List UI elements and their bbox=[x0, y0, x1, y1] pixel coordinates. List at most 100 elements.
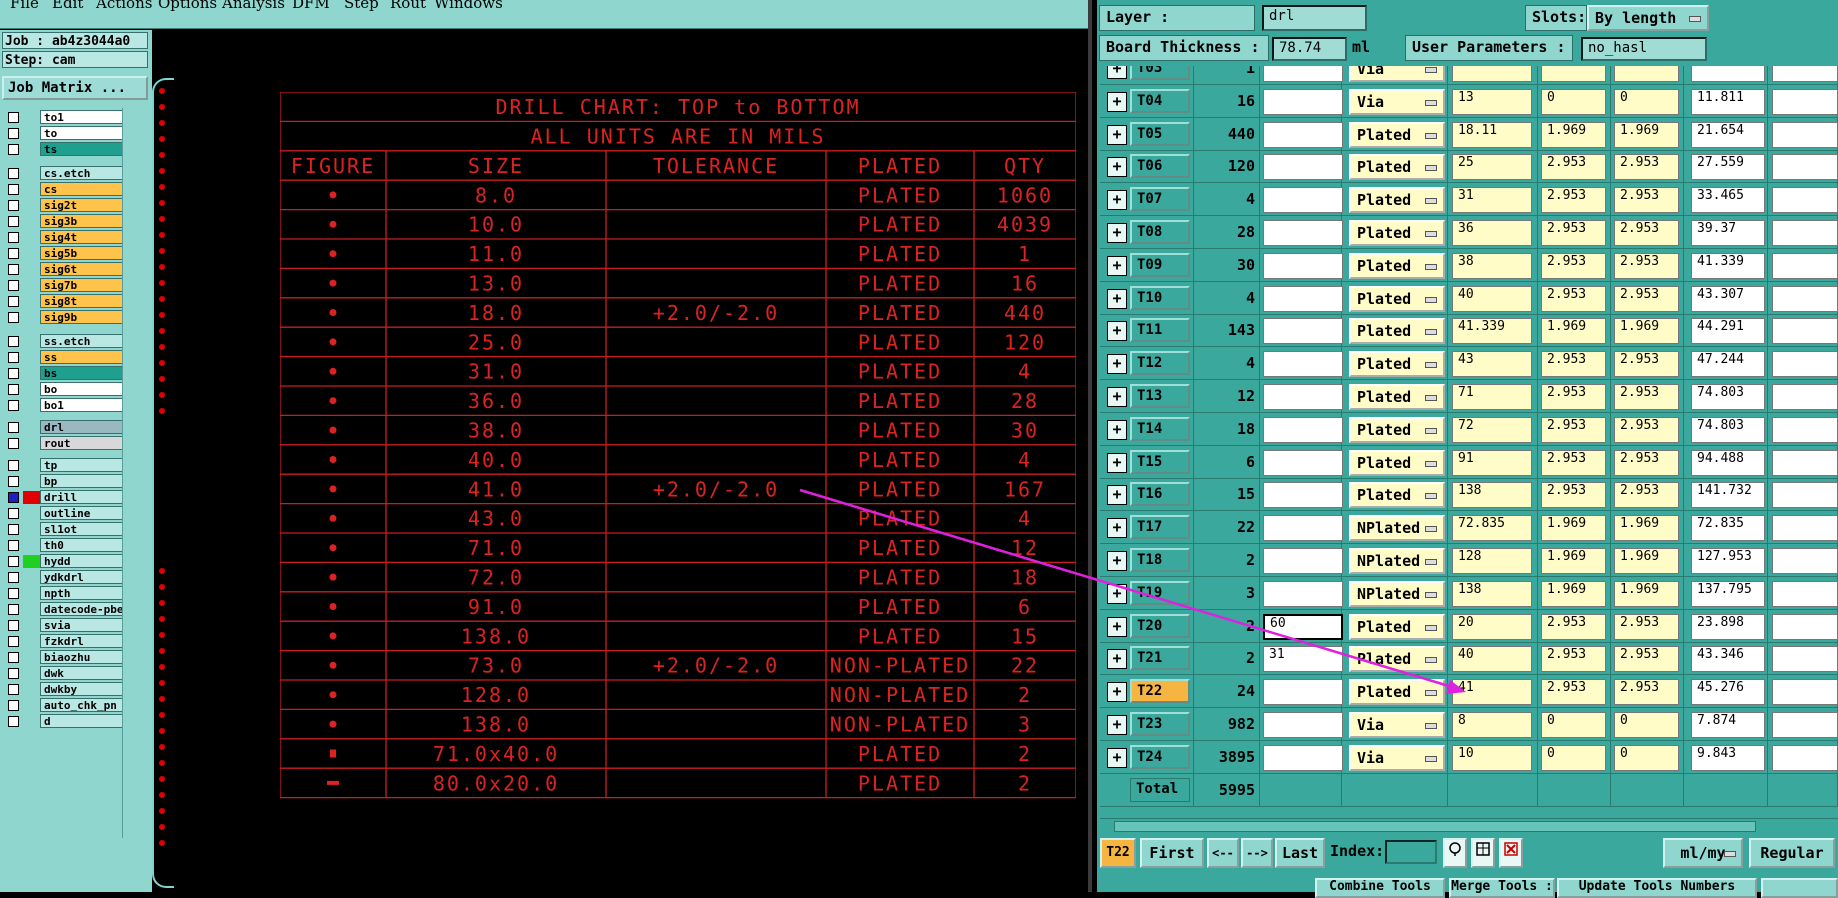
extra-input[interactable] bbox=[1772, 384, 1838, 410]
tolerance-minus-input[interactable]: 1.969 bbox=[1614, 121, 1679, 148]
finish-size-input[interactable]: 7.874 bbox=[1691, 712, 1765, 738]
tolerance-plus-input[interactable]: 2.953 bbox=[1541, 154, 1606, 181]
layer-row-ss.etch[interactable]: ss.etch bbox=[6, 334, 126, 349]
layer-checkbox[interactable] bbox=[8, 604, 19, 615]
tool-size-input[interactable] bbox=[1263, 285, 1343, 312]
tolerance-plus-input[interactable]: 2.953 bbox=[1541, 220, 1606, 246]
scrollbar-thumb[interactable] bbox=[1114, 821, 1756, 832]
tool-size-input[interactable] bbox=[1263, 580, 1343, 607]
tool-type-dropdown[interactable]: Via bbox=[1349, 712, 1445, 738]
menu-dfm[interactable]: DFM bbox=[292, 0, 330, 12]
layer-checkbox[interactable] bbox=[8, 460, 19, 471]
tolerance-minus-input[interactable]: 2.953 bbox=[1614, 220, 1679, 246]
tool-type-dropdown[interactable]: Via bbox=[1349, 88, 1445, 115]
drill-size-input[interactable]: 38 bbox=[1452, 252, 1532, 279]
extra-input[interactable] bbox=[1772, 220, 1838, 246]
layer-checkbox[interactable] bbox=[8, 652, 19, 663]
tool-size-input[interactable] bbox=[1263, 515, 1343, 542]
tool-button-t09[interactable]: T09 bbox=[1130, 252, 1190, 277]
first-button[interactable]: First bbox=[1140, 838, 1204, 868]
layer-checkbox[interactable] bbox=[8, 684, 19, 695]
tool-type-dropdown[interactable]: Plated bbox=[1349, 449, 1445, 476]
layer-row-bo1[interactable]: bo1 bbox=[6, 398, 126, 413]
layer-checkbox[interactable] bbox=[8, 112, 19, 123]
expand-row-button[interactable]: + bbox=[1107, 255, 1127, 276]
tolerance-plus-input[interactable]: 2.953 bbox=[1541, 482, 1606, 509]
tolerance-plus-input[interactable]: 0 bbox=[1541, 88, 1606, 115]
tool-button-t15[interactable]: T15 bbox=[1130, 449, 1190, 474]
finish-size-input[interactable]: 39.37 bbox=[1691, 220, 1765, 246]
tolerance-plus-input[interactable]: 2.953 bbox=[1541, 416, 1606, 443]
tool-size-input[interactable] bbox=[1263, 318, 1343, 345]
expand-row-button[interactable]: + bbox=[1107, 518, 1127, 539]
tolerance-plus-input[interactable]: 2.953 bbox=[1541, 679, 1606, 706]
extra-input[interactable] bbox=[1772, 613, 1838, 640]
menu-rout[interactable]: Rout bbox=[390, 0, 426, 12]
tool-size-input[interactable] bbox=[1263, 88, 1343, 115]
layer-row-hydd[interactable]: hydd bbox=[6, 554, 126, 569]
extra-input[interactable] bbox=[1772, 121, 1838, 148]
expand-row-button[interactable]: + bbox=[1107, 747, 1127, 768]
drill-size-input[interactable]: 43 bbox=[1452, 351, 1532, 378]
tool-size-input[interactable] bbox=[1263, 482, 1343, 509]
tool-button-t04[interactable]: T04 bbox=[1130, 88, 1190, 113]
extra-input[interactable] bbox=[1772, 187, 1838, 214]
tool-button-t24[interactable]: T24 bbox=[1130, 744, 1190, 769]
tolerance-minus-input[interactable]: 2.953 bbox=[1614, 449, 1679, 476]
layer-row-drill[interactable]: drill bbox=[6, 490, 126, 505]
finish-size-input[interactable]: 47.244 bbox=[1691, 351, 1765, 378]
finish-size-input[interactable]: 43.307 bbox=[1691, 285, 1765, 312]
tool-button-t06[interactable]: T06 bbox=[1130, 154, 1190, 179]
finish-size-input[interactable]: 11.811 bbox=[1691, 88, 1765, 115]
layer-row-npth[interactable]: npth bbox=[6, 586, 126, 601]
expand-row-button[interactable]: + bbox=[1107, 91, 1127, 112]
extra-input[interactable] bbox=[1772, 88, 1838, 115]
layer-row-d[interactable]: d bbox=[6, 714, 126, 729]
expand-row-button[interactable]: + bbox=[1107, 288, 1127, 309]
tolerance-minus-input[interactable]: 2.953 bbox=[1614, 351, 1679, 378]
tool-button-t13[interactable]: T13 bbox=[1130, 384, 1190, 408]
tolerance-minus-input[interactable]: 1.969 bbox=[1614, 515, 1679, 542]
extra-input[interactable] bbox=[1772, 449, 1838, 476]
finish-size-input[interactable]: 141.732 bbox=[1691, 482, 1765, 509]
layer-checkbox[interactable] bbox=[8, 438, 19, 449]
mode-button[interactable]: Regular bbox=[1749, 838, 1835, 868]
menu-actions[interactable]: Actions bbox=[96, 0, 152, 12]
extra-input[interactable] bbox=[1772, 548, 1838, 574]
layer-checkbox[interactable] bbox=[8, 492, 19, 503]
layer-checkbox[interactable] bbox=[8, 716, 19, 727]
layer-row-cs.etch[interactable]: cs.etch bbox=[6, 166, 126, 181]
tolerance-plus-input[interactable]: 2.953 bbox=[1541, 449, 1606, 476]
finish-size-input[interactable] bbox=[1691, 66, 1765, 82]
drill-size-input[interactable]: 18.11 bbox=[1452, 121, 1532, 148]
drill-size-input[interactable]: 138 bbox=[1452, 580, 1532, 607]
next-button[interactable]: --> bbox=[1241, 838, 1273, 868]
layer-row-th0[interactable]: th0 bbox=[6, 538, 126, 553]
layer-checkbox[interactable] bbox=[8, 384, 19, 395]
tool-size-input[interactable]: 60 bbox=[1263, 613, 1343, 640]
layer-row-ts[interactable]: ts bbox=[6, 142, 126, 157]
board-thickness-input[interactable]: 78.74 bbox=[1272, 37, 1347, 61]
drill-size-input[interactable]: 138 bbox=[1452, 482, 1532, 509]
drill-size-input[interactable]: 41 bbox=[1452, 679, 1532, 706]
tolerance-minus-input[interactable]: 2.953 bbox=[1614, 679, 1679, 706]
tolerance-minus-input[interactable]: 2.953 bbox=[1614, 285, 1679, 312]
tool-size-input[interactable] bbox=[1263, 679, 1343, 706]
tolerance-plus-input[interactable]: 2.953 bbox=[1541, 252, 1606, 279]
expand-row-button[interactable]: + bbox=[1107, 124, 1127, 145]
tool-type-dropdown[interactable]: Plated bbox=[1349, 154, 1445, 181]
expand-row-button[interactable]: + bbox=[1107, 452, 1127, 473]
tolerance-plus-input[interactable]: 0 bbox=[1541, 712, 1606, 738]
tool-size-input[interactable] bbox=[1263, 252, 1343, 279]
tool-button-t08[interactable]: T08 bbox=[1130, 220, 1190, 244]
layer-row-dwk[interactable]: dwk bbox=[6, 666, 126, 681]
layer-row-ss[interactable]: ss bbox=[6, 350, 126, 365]
tool-size-input[interactable] bbox=[1263, 416, 1343, 443]
layer-row-sig9b[interactable]: sig9b bbox=[6, 310, 126, 325]
drill-size-input[interactable]: 41.339 bbox=[1452, 318, 1532, 345]
layer-row-bs[interactable]: bs bbox=[6, 366, 126, 381]
layer-checkbox[interactable] bbox=[8, 422, 19, 433]
tool-type-dropdown[interactable]: NPlated bbox=[1349, 515, 1445, 542]
layer-checkbox[interactable] bbox=[8, 296, 19, 307]
layer-checkbox[interactable] bbox=[8, 700, 19, 711]
